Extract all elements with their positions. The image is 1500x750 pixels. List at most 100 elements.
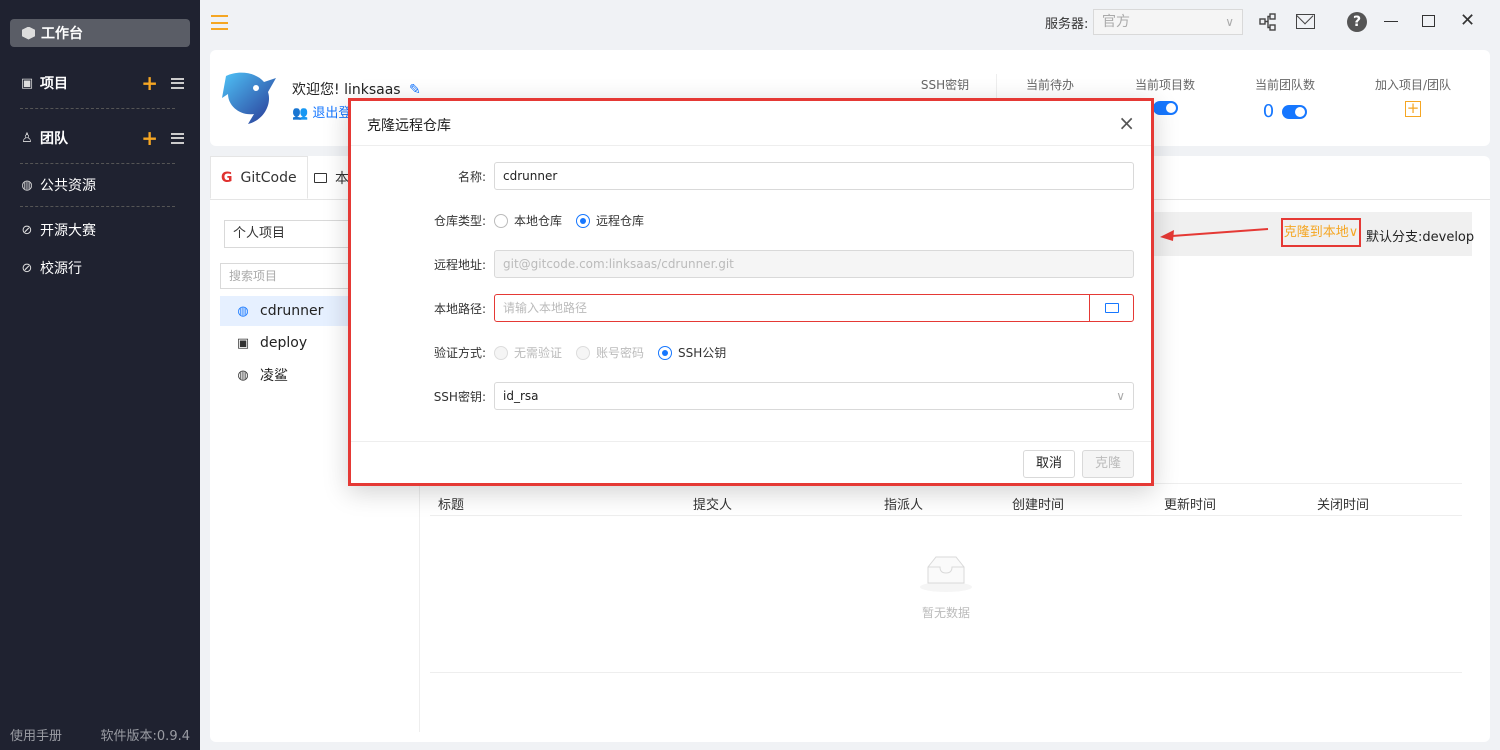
project-toggle[interactable] xyxy=(1152,101,1178,115)
browse-folder-button[interactable] xyxy=(1089,294,1133,322)
manual-link[interactable]: 使用手册 xyxy=(10,725,62,744)
list-icon[interactable] xyxy=(171,132,184,144)
cancel-button[interactable]: 取消 xyxy=(1023,450,1075,478)
search-placeholder: 搜索项目 xyxy=(229,269,278,283)
cube-icon xyxy=(22,26,35,40)
add-icon[interactable]: + xyxy=(1405,101,1421,117)
server-select[interactable]: 官方 ∨ xyxy=(1093,9,1243,35)
column-header: 更新时间 xyxy=(1164,498,1217,513)
divider xyxy=(20,206,175,207)
help-icon[interactable]: ? xyxy=(1347,12,1367,32)
team-count-value: 0 xyxy=(1262,101,1275,122)
remote-url-row: 远程地址: git@gitcode.com:linksaas/cdrunner.… xyxy=(351,250,1151,278)
edit-icon[interactable]: ✎ xyxy=(409,82,421,98)
folder-open-icon xyxy=(1105,303,1119,313)
divider xyxy=(20,108,175,109)
radio-no-auth: 无需验证 xyxy=(494,344,562,361)
clone-repo-dialog: 克隆 远程仓库 × 名称: cdrunner 仓库类型: 本地仓库 远程仓库 远程… xyxy=(348,98,1154,486)
project-name: deploy xyxy=(260,335,308,351)
radio-icon xyxy=(494,345,508,360)
local-path-label: 本地路径: xyxy=(433,302,486,316)
repo-type-radios: 本地仓库 远程仓库 xyxy=(494,212,644,229)
name-input[interactable]: cdrunner xyxy=(494,162,1134,190)
radio-ssh-key[interactable]: SSH公钥 xyxy=(658,344,726,361)
name-label: 名称: xyxy=(457,170,486,184)
radio-password: 账号密码 xyxy=(576,344,644,361)
empty-inbox-icon xyxy=(920,556,972,592)
link-icon: ⊘ xyxy=(21,222,33,238)
chevron-down-icon: ∨ xyxy=(1348,225,1359,240)
name-row: 名称: cdrunner xyxy=(351,162,1151,190)
username: linksaas xyxy=(344,82,401,98)
globe-icon: ◍ xyxy=(237,367,249,383)
default-branch: 默认分支:develop xyxy=(1366,230,1475,245)
public-resources-label: 公共资源 xyxy=(40,178,96,194)
sidebar-item-public-resources[interactable]: ◍ 公共资源 xyxy=(20,173,190,197)
campus-label: 校源行 xyxy=(40,261,82,277)
add-project-icon[interactable]: + xyxy=(141,73,158,93)
ssh-key-value: id_rsa xyxy=(503,389,539,403)
todo-label: 当前待办 xyxy=(1025,78,1074,92)
sidebar-item-project[interactable]: ▣ 项目 + xyxy=(20,71,190,95)
sidebar-item-contest[interactable]: ⊘ 开源大赛 xyxy=(20,218,190,242)
divider xyxy=(351,441,1151,442)
version-text: 软件版本:0.9.4 xyxy=(100,729,190,744)
repo-icon: ▣ xyxy=(236,335,250,351)
list-icon[interactable] xyxy=(171,77,184,89)
column-header: 创建时间 xyxy=(1012,498,1065,513)
stat-join: 加入项目/团队 + xyxy=(1368,76,1458,117)
sidebar-item-team[interactable]: ♙ 团队 + xyxy=(20,126,190,150)
team-toggle[interactable] xyxy=(1282,104,1308,119)
auth-row: 验证方式: 无需验证 账号密码 SSH公钥 xyxy=(351,338,1151,366)
sidebar-footer: 使用手册 软件版本:0.9.4 xyxy=(10,725,190,744)
radio-local-repo[interactable]: 本地仓库 xyxy=(494,212,562,229)
radio-checked-icon xyxy=(576,213,591,228)
repo-type-label: 仓库类型: xyxy=(433,214,486,228)
column-header: 指派人 xyxy=(884,498,924,513)
welcome-text: 欢迎您! linksaas ✎ xyxy=(292,79,421,99)
workspace-button[interactable]: 工作台 xyxy=(10,19,190,47)
local-path-row: 本地路径: 请输入本地路径 xyxy=(351,294,1151,322)
logout-link[interactable]: 👥 退出登 xyxy=(292,102,351,121)
add-team-icon[interactable]: + xyxy=(141,128,158,148)
divider xyxy=(20,163,175,164)
radio-remote-repo[interactable]: 远程仓库 xyxy=(576,212,644,229)
radio-label: 无需验证 xyxy=(514,346,563,360)
radio-checked-icon xyxy=(658,345,673,360)
user-icon: 👥 xyxy=(292,106,309,121)
divider xyxy=(351,145,1151,146)
arrow-annotation-icon xyxy=(1160,228,1269,241)
divider xyxy=(996,74,997,98)
empty-text: 暂无数据 xyxy=(921,606,970,620)
sidebar-team-label: 团队 xyxy=(40,131,68,147)
tab-gitcode-label: GitCode xyxy=(240,169,297,186)
link-icon: ⊘ xyxy=(21,260,33,276)
team-icon: ♙ xyxy=(21,130,33,146)
radio-icon xyxy=(576,345,591,360)
clone-button[interactable]: 克隆 xyxy=(1082,450,1134,478)
auth-label: 验证方式: xyxy=(433,346,486,360)
empty-state: 暂无数据 xyxy=(430,553,1462,621)
maximize-icon[interactable] xyxy=(1422,15,1435,27)
sidebar-item-campus[interactable]: ⊘ 校源行 xyxy=(20,256,190,280)
network-icon[interactable] xyxy=(1258,12,1278,32)
local-path-placeholder: 请输入本地路径 xyxy=(503,301,588,315)
menu-icon[interactable] xyxy=(211,15,228,30)
column-header: 标题 xyxy=(438,498,465,513)
ssh-key-select[interactable]: id_rsa ∨ xyxy=(494,382,1134,410)
clone-local-button[interactable]: 克隆到本地∨ xyxy=(1281,218,1361,247)
minimize-icon[interactable] xyxy=(1384,21,1398,22)
project-filter-value: 个人项目 xyxy=(233,226,286,241)
tab-local-label: 本 xyxy=(335,170,349,187)
remote-url-label: 远程地址: xyxy=(433,258,486,272)
radio-label: 本地仓库 xyxy=(514,214,563,228)
local-path-input[interactable]: 请输入本地路径 xyxy=(494,294,1134,322)
join-label: 加入项目/团队 xyxy=(1374,78,1452,92)
auth-radios: 无需验证 账号密码 SSH公钥 xyxy=(494,344,726,361)
project-name: 凌鲨 xyxy=(260,368,288,384)
close-icon[interactable]: × xyxy=(1118,111,1135,135)
close-icon[interactable]: ✕ xyxy=(1460,10,1480,31)
mail-icon[interactable] xyxy=(1296,14,1315,29)
chevron-down-icon: ∨ xyxy=(1116,389,1125,403)
tab-gitcode[interactable]: G GitCode xyxy=(210,156,308,199)
